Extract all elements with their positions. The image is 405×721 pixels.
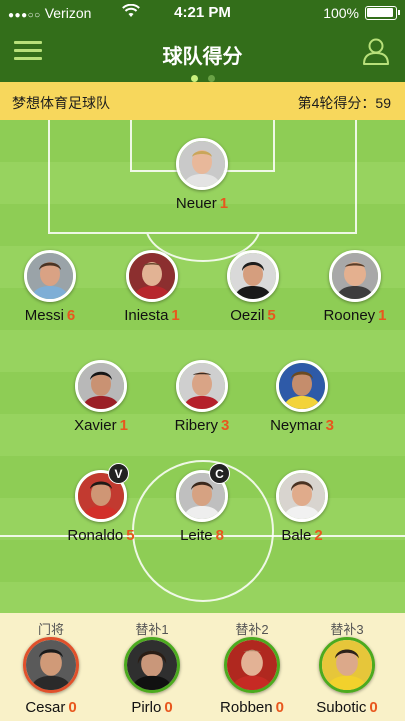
player-points: 8 (215, 527, 224, 544)
player-name-label: Neuer 1 (175, 195, 229, 212)
player-avatar (319, 637, 375, 693)
player-avatar (227, 250, 279, 302)
player-avatar (124, 637, 180, 693)
player-avatar (276, 360, 328, 412)
player-name-label: Robben 0 (220, 699, 284, 716)
bench-goalkeeper[interactable]: 门将 Cesar 0 (1, 619, 101, 716)
player-name-label: Cesar 0 (25, 699, 77, 716)
player-points: 3 (221, 417, 230, 434)
player-points: 1 (171, 307, 180, 324)
player-defender-4[interactable]: Rooney 1 (295, 250, 405, 324)
player-name-label: Subotic 0 (316, 699, 378, 716)
player-points: 1 (119, 417, 128, 434)
bench-sub-1[interactable]: 替补1 Pirlo 0 (102, 619, 202, 716)
battery-icon (365, 6, 400, 20)
page-dot-2[interactable] (207, 75, 215, 82)
bench-slot-label: 替补1 (135, 622, 169, 637)
player-avatar (75, 360, 127, 412)
player-points: 2 (314, 527, 323, 544)
bench-sub-3[interactable]: 替补3 Subotic 0 (297, 619, 397, 716)
user-icon[interactable] (361, 36, 391, 71)
player-avatar (276, 470, 328, 522)
bench-slot-label: 替补2 (235, 622, 269, 637)
player-points: 1 (378, 307, 387, 324)
round-score: 第4轮得分：59 (297, 95, 391, 111)
page-dot-1[interactable] (190, 75, 198, 82)
player-points: 0 (164, 699, 173, 716)
player-avatar (176, 360, 228, 412)
vice-captain-badge: V (108, 463, 129, 484)
captain-badge: C (209, 463, 230, 484)
player-points: 6 (66, 307, 76, 324)
player-name-label: Bale 2 (281, 527, 323, 544)
player-name-label: Pirlo 0 (131, 699, 173, 716)
bench-slot-label: 替补3 (330, 622, 364, 637)
bench-slot-label: 门将 (37, 622, 64, 637)
round-score-value: 59 (375, 95, 391, 111)
info-bar: 梦想体育足球队 第4轮得分：59 (0, 82, 405, 120)
pitch: Neuer 1 Messi 6 Iniesta 1 Oezil 5 Rooney 1 Xa… (0, 120, 405, 613)
player-avatar (329, 250, 381, 302)
player-points: 0 (275, 699, 284, 716)
status-bar: ●●●○○ Verizon 4:21 PM 100% (0, 0, 405, 26)
player-points: 5 (267, 307, 276, 324)
player-avatar (24, 250, 76, 302)
bench: 门将 Cesar 0 替补1 Pirlo 0 替补2 Robben 0 替补3 Sub… (0, 613, 405, 721)
player-avatar (224, 637, 280, 693)
battery-percent: 100% (323, 5, 359, 21)
player-forward-3[interactable]: Bale 2 (242, 470, 362, 544)
player-avatar (23, 637, 79, 693)
player-name-label: Neymar 3 (270, 417, 334, 434)
nav-bar: 球队得分 (0, 26, 405, 82)
bench-sub-2[interactable]: 替补2 Robben 0 (202, 619, 302, 716)
player-name-label: Rooney 1 (323, 307, 387, 324)
team-name: 梦想体育足球队 (12, 95, 110, 111)
player-avatar (126, 250, 178, 302)
player-points: 0 (369, 699, 378, 716)
player-points: 5 (126, 527, 135, 544)
player-avatar (176, 138, 228, 190)
player-points: 3 (325, 417, 334, 434)
face-icon (179, 141, 225, 187)
player-points: 0 (68, 699, 77, 716)
player-midfielder-3[interactable]: Neymar 3 (242, 360, 362, 434)
player-points: 1 (219, 195, 229, 212)
player-goalkeeper[interactable]: Neuer 1 (142, 138, 262, 212)
page-title: 球队得分 (162, 46, 243, 68)
